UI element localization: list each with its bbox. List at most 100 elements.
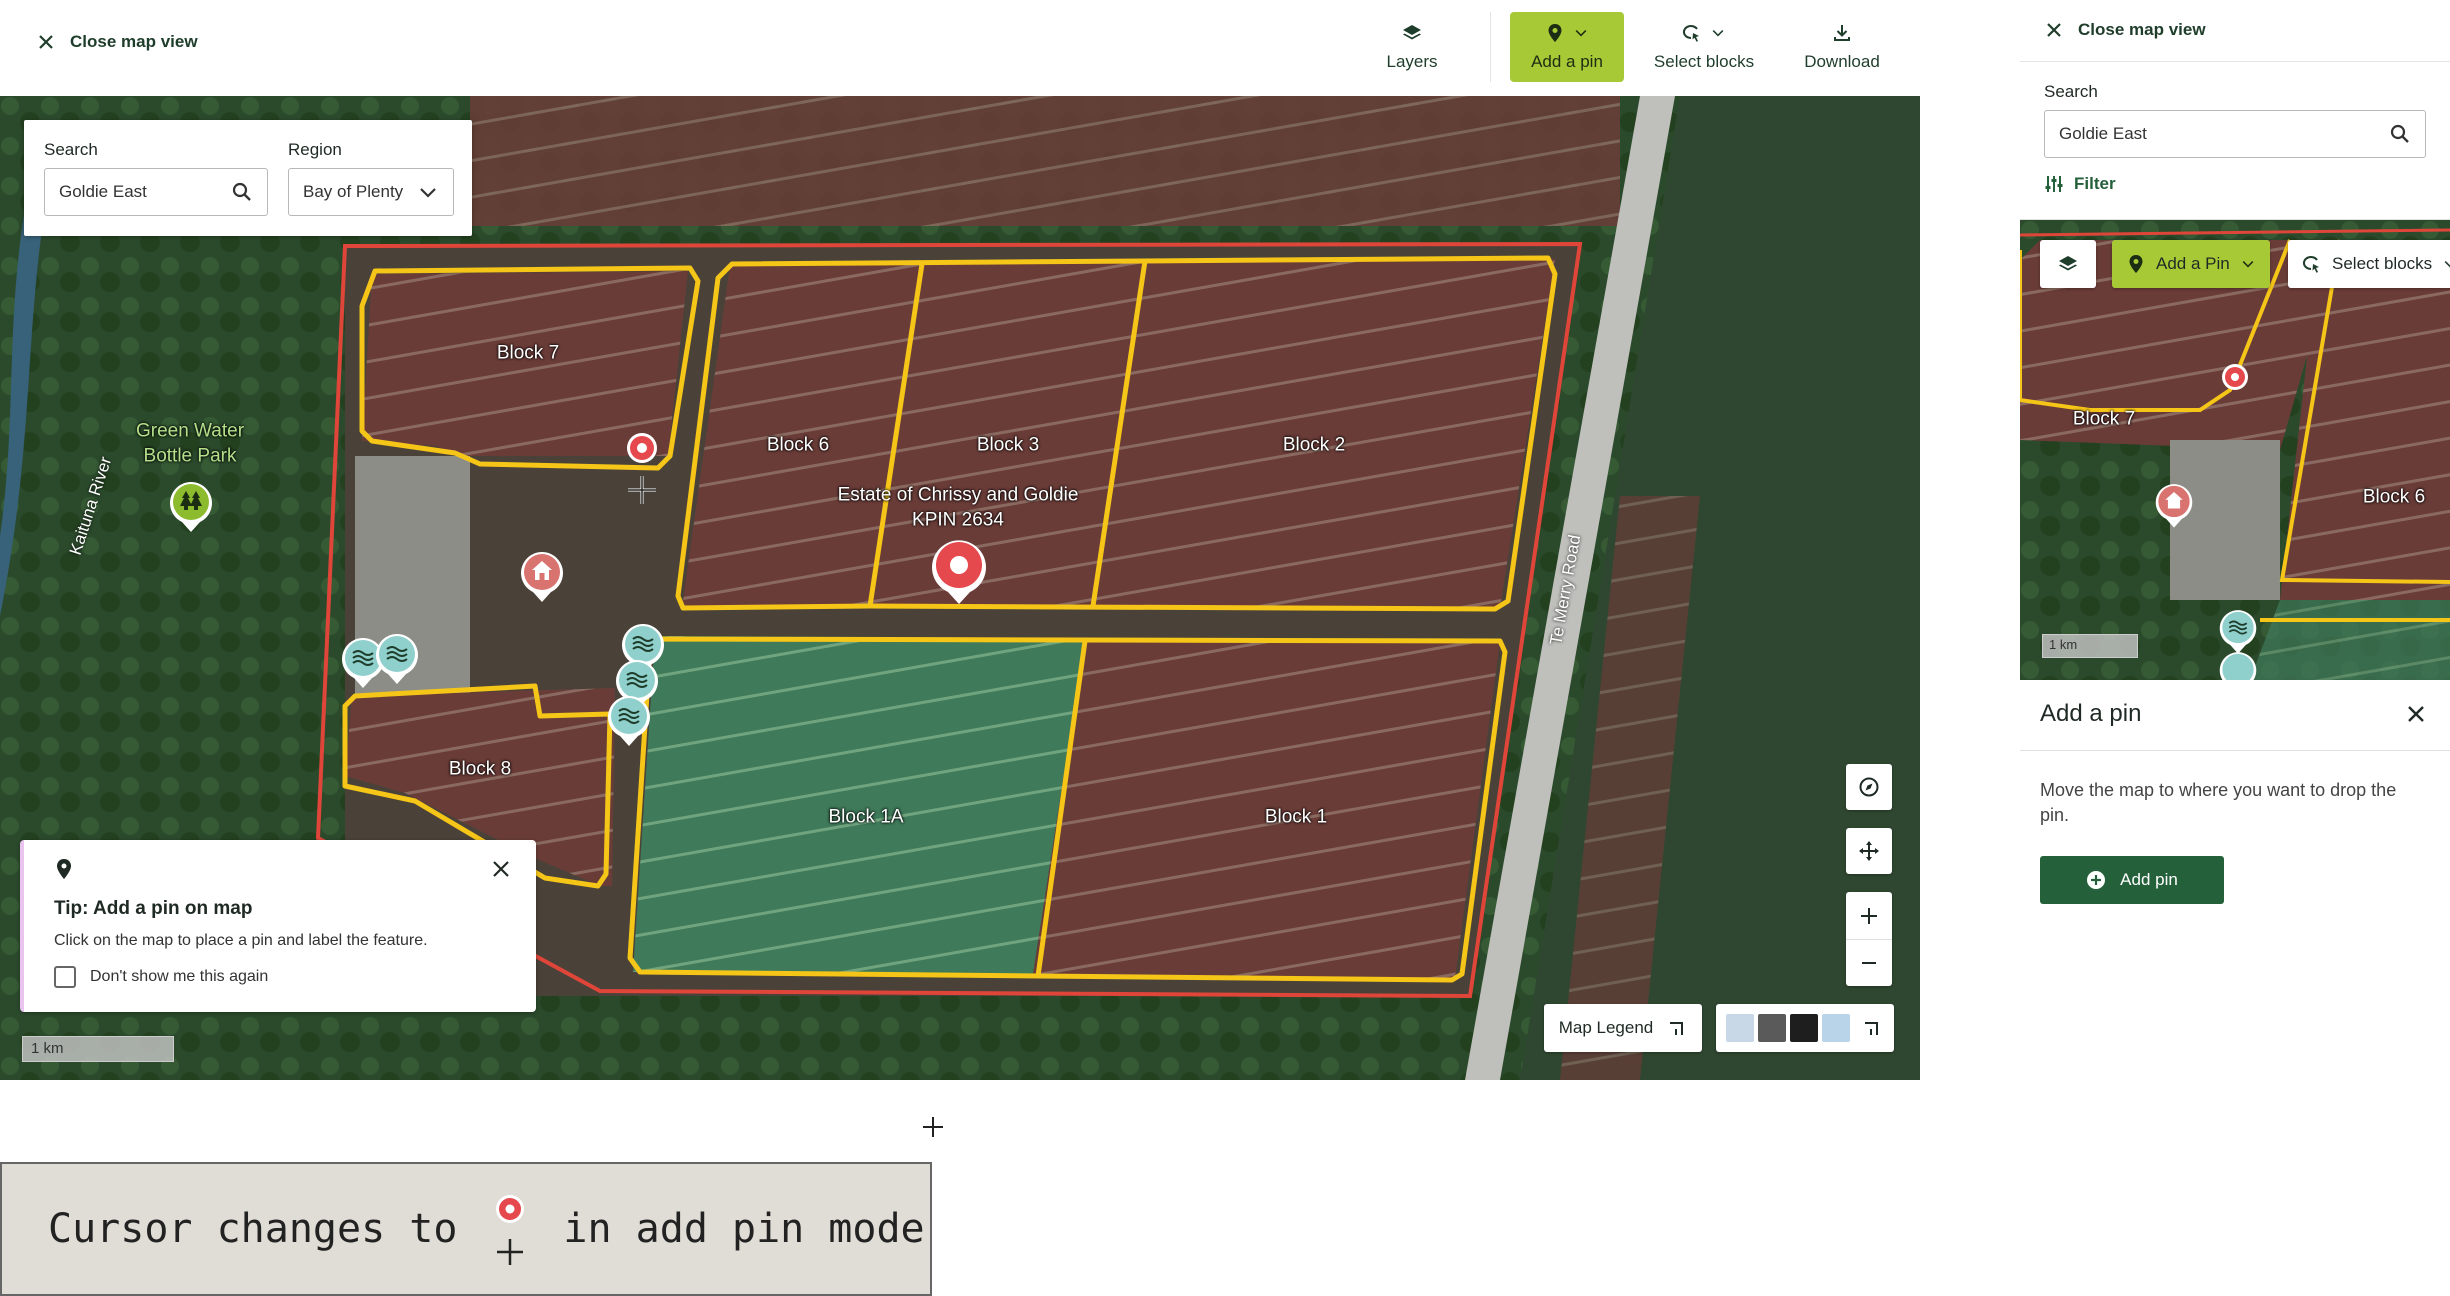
region-label: Region: [288, 140, 342, 159]
mobile-search-label: Search: [2044, 82, 2098, 101]
block-6-label: Block 6: [766, 434, 830, 456]
download-label: Download: [1804, 52, 1880, 71]
satellite-map[interactable]: Block 7 Block 6 Block 3 Block 2 Block 8 …: [0, 96, 1920, 1080]
chevron-down-icon: [420, 188, 436, 198]
lasso-select-icon: [1682, 25, 1699, 42]
mobile-search-input[interactable]: Goldie East: [2044, 110, 2426, 158]
layers-button[interactable]: Layers: [1372, 12, 1452, 82]
search-input[interactable]: Goldie East: [44, 168, 268, 216]
zoom-in-button[interactable]: [1846, 892, 1892, 939]
lasso-select-icon: [2302, 256, 2319, 273]
move-icon: [1859, 841, 1879, 861]
basemap-switcher[interactable]: [1716, 1004, 1894, 1052]
plus-icon: [1861, 907, 1877, 924]
mobile-scale-bar: 1 km: [2042, 634, 2138, 658]
map-legend-button[interactable]: Map Legend: [1544, 1004, 1702, 1052]
mobile-select-blocks-button[interactable]: Select blocks: [2288, 240, 2450, 288]
layers-icon: [2059, 256, 2077, 271]
block-8-label: Block 8: [448, 758, 512, 780]
close-icon[interactable]: [2404, 702, 2428, 726]
mobile-search-value: Goldie East: [2059, 124, 2147, 143]
basemap-light-option[interactable]: [1726, 1014, 1754, 1042]
mobile-add-pin-label: Add a Pin: [2156, 254, 2230, 273]
crosshair-cursor-icon: [923, 1117, 943, 1137]
filter-icon: [2045, 176, 2063, 192]
select-blocks-label: Select blocks: [1653, 52, 1755, 71]
estate-kpin: KPIN 2634: [912, 509, 1004, 530]
mobile-select-blocks-label: Select blocks: [2332, 254, 2433, 273]
estate-pin-icon[interactable]: [930, 536, 988, 606]
minus-icon: [1862, 962, 1876, 964]
chevron-down-icon: [1712, 30, 1724, 37]
checkbox-box[interactable]: [54, 966, 76, 988]
park-name-line1: Green Water: [135, 420, 245, 442]
mobile-close-map-view-button[interactable]: Close map view: [2044, 20, 2206, 40]
layers-icon: [1403, 25, 1421, 40]
search-label: Search: [44, 140, 98, 159]
tip-title: Tip: Add a pin on map: [54, 898, 253, 919]
close-icon[interactable]: [490, 858, 512, 880]
add-pin-label: Add a pin: [1531, 52, 1603, 71]
caption-after: in add pin mode: [563, 1206, 925, 1252]
block-1a-label: Block 1A: [828, 806, 904, 828]
download-button[interactable]: Download: [1796, 12, 1888, 82]
confirm-add-pin-button[interactable]: Add pin: [2040, 856, 2224, 904]
park-marker-icon[interactable]: [168, 478, 214, 534]
close-map-view-label: Close map view: [70, 32, 198, 51]
mobile-block-6-label: Block 6: [2362, 486, 2426, 508]
block-3-label: Block 3: [976, 434, 1040, 456]
expand-corner-icon: [1865, 1022, 1878, 1035]
filter-button[interactable]: Filter: [2044, 174, 2116, 194]
basemap-grey-option[interactable]: [1758, 1014, 1786, 1042]
add-pin-sheet: Add a pin Move the map to where you want…: [2020, 680, 2450, 940]
mobile-map[interactable]: Block 7 Block 6 1 km: [2020, 220, 2450, 680]
zoom-controls: [1846, 892, 1892, 986]
search-icon[interactable]: [231, 181, 253, 203]
select-blocks-button[interactable]: Select blocks: [1646, 12, 1762, 82]
region-value: Bay of Plenty: [303, 182, 404, 201]
cursor-caption: Cursor changes to in add pin mode: [0, 1162, 932, 1296]
top-toolbar: Close map view Layers Add a pin Select b…: [0, 0, 1920, 96]
mobile-close-label: Close map view: [2078, 20, 2206, 39]
close-icon: [39, 35, 53, 49]
mobile-top-bar: Close map view: [2020, 0, 2450, 62]
search-value: Goldie East: [59, 182, 147, 201]
basemap-street-option[interactable]: [1822, 1014, 1850, 1042]
mobile-block-7-label: Block 7: [2072, 408, 2136, 430]
estate-name: Estate of Chrissy and Goldie: [837, 484, 1079, 506]
confirm-add-pin-label: Add pin: [2120, 870, 2178, 889]
pin-marker-icon[interactable]: [2220, 362, 2250, 392]
mobile-search-panel: Search Goldie East Filter: [2020, 62, 2450, 220]
dont-show-again-label: Don't show me this again: [90, 968, 269, 985]
home-marker-icon[interactable]: [2154, 480, 2194, 530]
chevron-down-icon: [1575, 30, 1587, 37]
mobile-layers-button[interactable]: [2040, 240, 2096, 288]
scale-bar: 1 km: [22, 1036, 174, 1062]
dont-show-again-checkbox[interactable]: Don't show me this again: [54, 966, 268, 988]
close-icon: [2047, 23, 2061, 37]
layers-label: Layers: [1386, 52, 1438, 71]
tip-body: Click on the map to place a pin and labe…: [54, 932, 428, 949]
water-marker-icon[interactable]: [606, 692, 652, 748]
pin-icon: [57, 859, 71, 879]
pan-button[interactable]: [1846, 828, 1892, 874]
zoom-out-button[interactable]: [1846, 939, 1892, 986]
block-7-label: Block 7: [496, 342, 560, 364]
add-pin-cursor-icon: [485, 1179, 535, 1279]
search-icon[interactable]: [2389, 123, 2411, 145]
caption-before: Cursor changes to: [48, 1206, 458, 1252]
estate-label: Estate of Chrissy and Goldie KPIN 2634: [838, 483, 1079, 532]
block-2-label: Block 2: [1282, 434, 1346, 456]
water-marker-icon[interactable]: [2218, 648, 2258, 680]
download-icon: [1834, 25, 1850, 41]
home-marker-icon[interactable]: [519, 548, 565, 604]
add-pin-button[interactable]: Add a pin: [1510, 12, 1624, 82]
mobile-add-pin-button[interactable]: Add a Pin: [2112, 240, 2270, 288]
plus-circle-icon: [2087, 871, 2106, 889]
compass-button[interactable]: [1846, 764, 1892, 810]
water-marker-icon[interactable]: [374, 630, 420, 686]
basemap-dark-option[interactable]: [1790, 1014, 1818, 1042]
close-map-view-button[interactable]: Close map view: [36, 32, 198, 52]
region-select[interactable]: Bay of Plenty: [288, 168, 454, 216]
expand-corner-icon: [1670, 1022, 1684, 1035]
